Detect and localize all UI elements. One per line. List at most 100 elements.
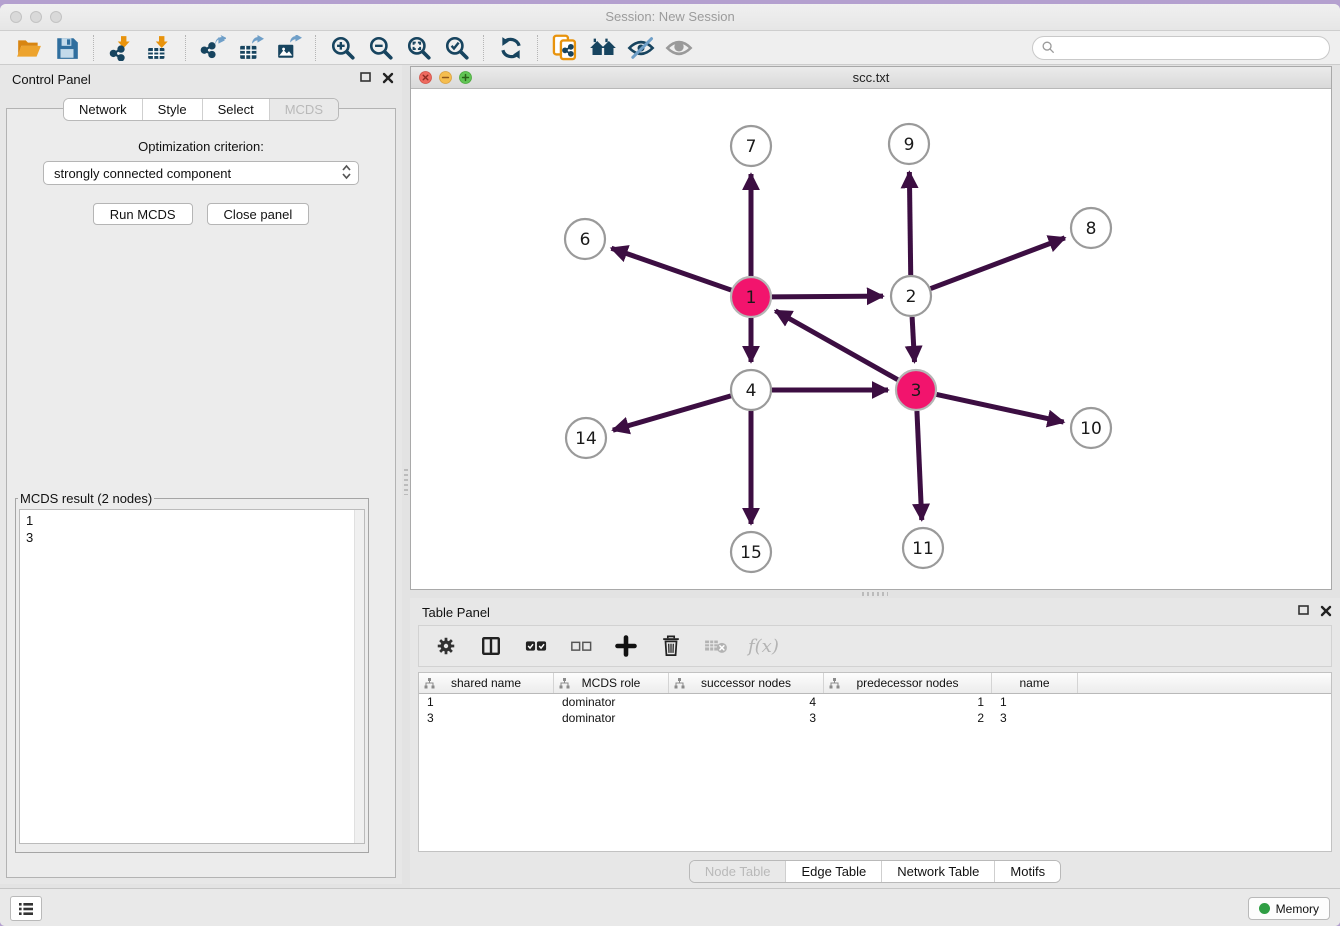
graph-edge-3-10[interactable] <box>937 394 1064 422</box>
table-cell: 3 <box>419 711 554 725</box>
network-view-titlebar[interactable]: scc.txt <box>411 67 1331 89</box>
toolbar-separator <box>537 35 539 61</box>
zoom-in-icon[interactable] <box>324 33 362 63</box>
run-mcds-button[interactable]: Run MCDS <box>93 203 193 225</box>
create-view-icon[interactable] <box>584 33 622 63</box>
table-cell: 4 <box>669 695 824 709</box>
graph-edge-1-6[interactable] <box>611 248 731 290</box>
zoom-selected-icon[interactable] <box>438 33 476 63</box>
graph-edge-3-11[interactable] <box>917 411 922 520</box>
mcds-result-textarea[interactable]: 13 <box>19 509 365 844</box>
table-row[interactable]: 1dominator411 <box>419 694 1331 710</box>
export-network-icon[interactable] <box>194 33 232 63</box>
network-canvas[interactable]: 7968124314101511 <box>411 88 1331 589</box>
toolbar-separator <box>315 35 317 61</box>
hide-selected-icon[interactable] <box>622 33 660 63</box>
tab-motifs[interactable]: Motifs <box>994 861 1060 882</box>
graph-node-label: 1 <box>746 288 757 308</box>
graph-edge-2-3[interactable] <box>912 317 914 362</box>
graph-node-label: 2 <box>906 287 917 307</box>
float-panel-icon[interactable] <box>1298 605 1310 617</box>
add-column-icon[interactable] <box>613 633 639 659</box>
table-toolbar: f(x) <box>418 625 1332 667</box>
splitter-grip[interactable] <box>862 592 888 596</box>
import-table-icon[interactable] <box>140 33 178 63</box>
table-cell: 3 <box>992 711 1078 725</box>
graph-edge-2-8[interactable] <box>931 238 1065 289</box>
tab-edge-table[interactable]: Edge Table <box>785 861 881 882</box>
select-all-checkboxes-icon[interactable] <box>523 633 549 659</box>
table-cell: dominator <box>554 695 669 709</box>
graph-edge-2-9[interactable] <box>909 172 910 275</box>
tab-style[interactable]: Style <box>142 99 202 120</box>
table-cell: dominator <box>554 711 669 725</box>
show-hidden-icon[interactable] <box>660 33 698 63</box>
close-panel-button[interactable]: Close panel <box>207 203 310 225</box>
graph-node-label: 7 <box>746 137 757 157</box>
splitter-grip[interactable] <box>404 469 408 495</box>
mcds-result-group: MCDS result (2 nodes) 13 <box>15 491 369 853</box>
open-session-icon[interactable] <box>10 33 48 63</box>
column-header-successor-nodes[interactable]: successor nodes <box>669 673 824 693</box>
float-panel-icon[interactable] <box>360 72 372 84</box>
tab-node-table[interactable]: Node Table <box>690 861 786 882</box>
result-scrollbar[interactable] <box>354 510 364 843</box>
graph-edge-4-14[interactable] <box>613 396 731 430</box>
table-settings-icon[interactable] <box>433 633 459 659</box>
control-panel-tabs: NetworkStyleSelectMCDS <box>63 98 339 121</box>
column-header-predecessor-nodes[interactable]: predecessor nodes <box>824 673 992 693</box>
column-header-name[interactable]: name <box>992 673 1078 693</box>
close-panel-icon[interactable] <box>1320 605 1332 617</box>
app-window: Session: New Session <box>0 4 1340 926</box>
table-cell: 1 <box>992 695 1078 709</box>
column-header-MCDS-role[interactable]: MCDS role <box>554 673 669 693</box>
task-history-button[interactable] <box>10 896 42 921</box>
table-body: 1dominator4113dominator323 <box>419 694 1331 726</box>
zoom-fit-icon[interactable] <box>400 33 438 63</box>
network-view-window: scc.txt 7968124314101511 <box>410 66 1332 590</box>
table-cell: 1 <box>419 695 554 709</box>
table-header-row: shared nameMCDS rolesuccessor nodesprede… <box>419 673 1331 694</box>
graph-node-label: 11 <box>912 539 934 559</box>
table-row[interactable]: 3dominator323 <box>419 710 1331 726</box>
graph-edge-3-1[interactable] <box>775 311 897 380</box>
criterion-select[interactable]: strongly connected component <box>43 161 359 185</box>
search-input[interactable] <box>1032 36 1330 60</box>
graph-edge-1-2[interactable] <box>772 296 883 297</box>
toolbar-separator <box>185 35 187 61</box>
refresh-view-icon[interactable] <box>492 33 530 63</box>
columns-icon[interactable] <box>478 633 504 659</box>
result-line: 3 <box>26 529 33 546</box>
table-cell: 2 <box>824 711 992 725</box>
memory-status-icon <box>1259 903 1270 914</box>
graph-node-label: 14 <box>575 429 597 449</box>
export-image-icon[interactable] <box>270 33 308 63</box>
graph-node-label: 8 <box>1086 219 1097 239</box>
memory-label: Memory <box>1276 902 1319 916</box>
deselect-all-checkboxes-icon[interactable] <box>568 633 594 659</box>
window-title: Session: New Session <box>0 9 1340 24</box>
clone-network-icon[interactable] <box>546 33 584 63</box>
function-builder-icon[interactable]: f(x) <box>748 636 779 657</box>
export-table-icon[interactable] <box>232 33 270 63</box>
table-panel-title: Table Panel <box>422 605 490 620</box>
zoom-out-icon[interactable] <box>362 33 400 63</box>
table-panel: Table Panel <box>410 598 1340 888</box>
import-network-icon[interactable] <box>102 33 140 63</box>
column-header-shared-name[interactable]: shared name <box>419 673 554 693</box>
vertical-splitter[interactable] <box>402 65 410 884</box>
list-icon <box>18 902 34 916</box>
close-panel-icon[interactable] <box>382 72 394 84</box>
tab-network-table[interactable]: Network Table <box>881 861 994 882</box>
mcds-result-title: MCDS result (2 nodes) <box>18 491 154 506</box>
delete-column-icon[interactable] <box>658 633 684 659</box>
tab-network[interactable]: Network <box>64 99 142 120</box>
tab-select[interactable]: Select <box>202 99 269 120</box>
tab-mcds[interactable]: MCDS <box>269 99 338 120</box>
memory-button[interactable]: Memory <box>1248 897 1330 920</box>
control-panel: Control Panel NetworkStyleSelectMCDS Opt… <box>0 65 402 884</box>
graph-node-label: 9 <box>904 135 915 155</box>
save-session-icon[interactable] <box>48 33 86 63</box>
delete-table-icon[interactable] <box>703 633 729 659</box>
horizontal-splitter[interactable] <box>410 590 1340 598</box>
